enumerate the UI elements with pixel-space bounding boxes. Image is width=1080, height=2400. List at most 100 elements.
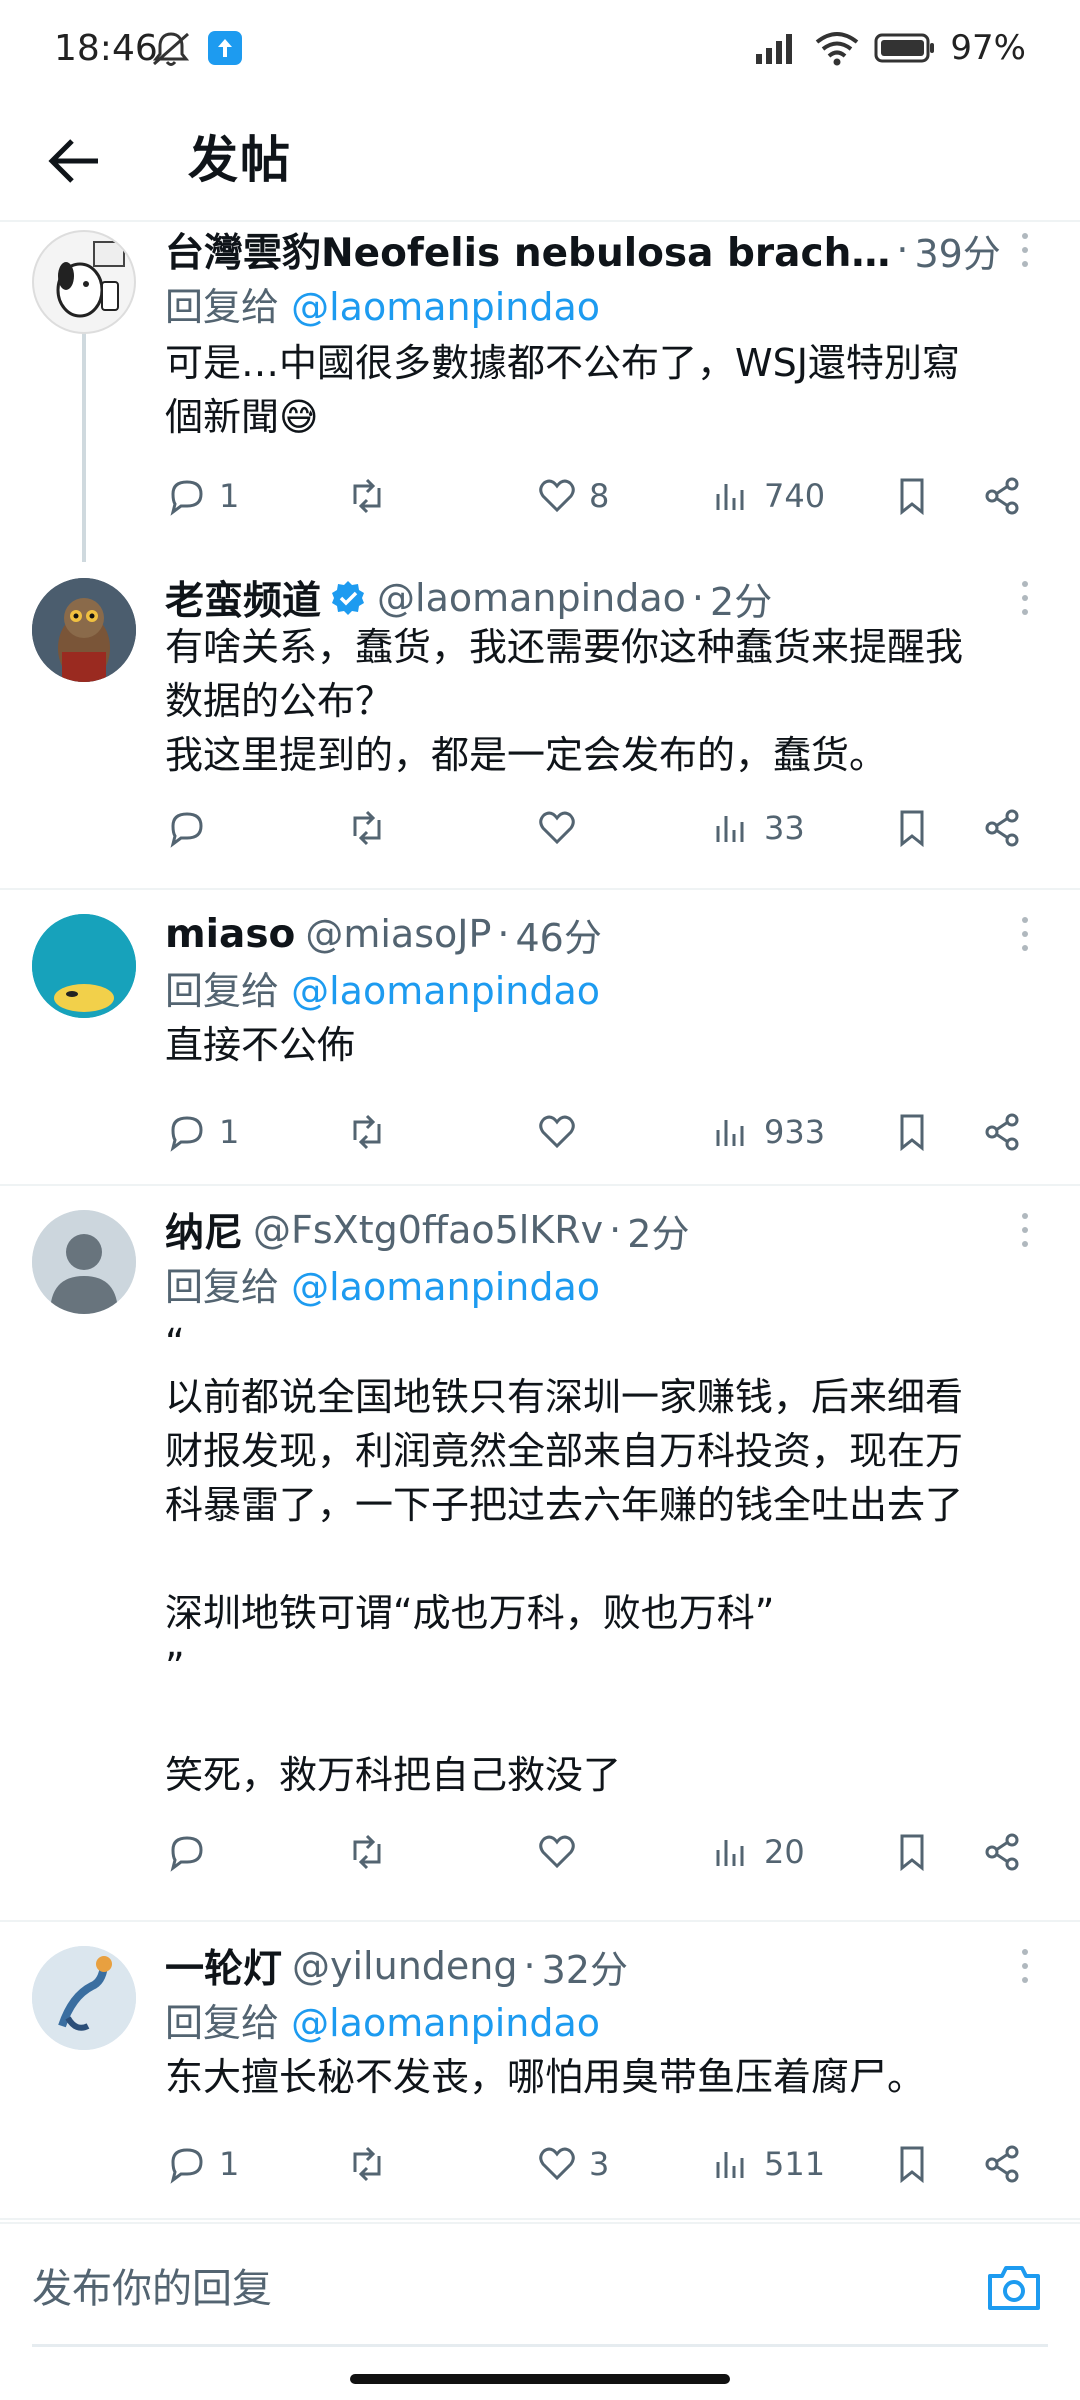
- retweet-button[interactable]: [345, 466, 399, 526]
- action-bar: 1 8 740: [165, 466, 1040, 526]
- bookmark-button[interactable]: [890, 1102, 934, 1162]
- post-time[interactable]: 46分: [515, 907, 601, 962]
- more-options-icon[interactable]: [1010, 1938, 1040, 1994]
- avatar[interactable]: [32, 578, 136, 682]
- like-button[interactable]: [535, 1102, 589, 1162]
- retweet-button[interactable]: [345, 1102, 399, 1162]
- camera-icon[interactable]: [984, 2260, 1044, 2316]
- author-handle[interactable]: @miasoJP: [305, 912, 491, 956]
- reply-count: 1: [219, 1113, 240, 1151]
- reply-button[interactable]: 1: [165, 466, 239, 526]
- more-options-icon[interactable]: [1010, 1202, 1040, 1258]
- author-name[interactable]: 一轮灯: [165, 1938, 282, 1994]
- bookmark-icon: [900, 1834, 924, 1872]
- tweet-item[interactable]: 老蛮频道 @laomanpindao · 2分 有啥关系，蠢货，我还需要你这种蠢…: [0, 562, 1080, 890]
- author-name[interactable]: 纳尼: [165, 1202, 243, 1258]
- author-name[interactable]: 台灣雲豹Neofelis nebulosa brach…: [165, 222, 890, 278]
- avatar[interactable]: [32, 914, 136, 1018]
- heart-icon: [539, 2147, 575, 2181]
- reply-to-handle-link[interactable]: @laomanpindao: [291, 285, 600, 329]
- share-icon: [985, 477, 1019, 515]
- heart-icon: [539, 1115, 575, 1149]
- tweet-item[interactable]: 台灣雲豹Neofelis nebulosa brach… · 39分 回复给 @…: [0, 222, 1080, 562]
- retweet-icon: [353, 2146, 381, 2182]
- home-indicator[interactable]: [350, 2374, 730, 2384]
- share-button[interactable]: [980, 1102, 1024, 1162]
- views-icon: [716, 2152, 744, 2178]
- reply-composer: 发布你的回复: [0, 2222, 1080, 2352]
- reply-to-handle-link[interactable]: @laomanpindao: [291, 1265, 600, 1309]
- share-button[interactable]: [980, 1822, 1024, 1882]
- more-options-icon[interactable]: [1010, 906, 1040, 962]
- author-handle[interactable]: @yilundeng: [292, 1944, 517, 1988]
- reply-icon: [170, 2148, 203, 2184]
- signal-icon: [756, 34, 793, 64]
- reply-to-label: 回复给: [165, 969, 280, 1013]
- post-time[interactable]: 2分: [627, 1203, 689, 1258]
- bookmark-icon: [900, 1114, 924, 1152]
- avatar[interactable]: [32, 230, 136, 334]
- retweet-button[interactable]: [345, 2134, 399, 2194]
- views-button[interactable]: 740: [710, 466, 825, 526]
- retweet-button[interactable]: [345, 1822, 399, 1882]
- share-button[interactable]: [980, 466, 1024, 526]
- share-button[interactable]: [980, 2134, 1024, 2194]
- tweet-item[interactable]: miaso @miasoJP · 46分 回复给 @laomanpindao 直…: [0, 890, 1080, 1186]
- more-options-icon[interactable]: [1010, 570, 1040, 626]
- like-button[interactable]: [535, 1822, 589, 1882]
- post-time[interactable]: 39分: [914, 223, 1000, 278]
- views-count: 33: [764, 809, 805, 847]
- views-button[interactable]: 511: [710, 2134, 825, 2194]
- reply-button[interactable]: [165, 1822, 219, 1882]
- separator-dot: ·: [497, 912, 510, 956]
- reply-count: 1: [219, 2145, 240, 2183]
- views-button[interactable]: 33: [710, 798, 805, 858]
- verified-badge-icon: [332, 581, 365, 615]
- post-time[interactable]: 2分: [710, 571, 772, 626]
- avatar[interactable]: [32, 1946, 136, 2050]
- reply-button[interactable]: [165, 798, 219, 858]
- reply-to-handle-link[interactable]: @laomanpindao: [291, 2001, 600, 2045]
- views-count: 20: [764, 1833, 805, 1871]
- author-name[interactable]: miaso: [165, 912, 295, 957]
- avatar[interactable]: [32, 1210, 136, 1314]
- like-button[interactable]: [535, 798, 589, 858]
- bookmark-button[interactable]: [890, 1822, 934, 1882]
- views-count: 933: [764, 1113, 826, 1151]
- share-button[interactable]: [980, 798, 1024, 858]
- bookmark-button[interactable]: [890, 798, 934, 858]
- reply-button[interactable]: 1: [165, 2134, 239, 2194]
- reply-to-label: 回复给: [165, 285, 280, 329]
- post-time[interactable]: 32分: [542, 1939, 628, 1994]
- composer-underline: [32, 2344, 1048, 2347]
- views-button[interactable]: 20: [710, 1822, 805, 1882]
- back-arrow-icon[interactable]: [40, 126, 110, 196]
- views-button[interactable]: 933: [710, 1102, 825, 1162]
- reply-to-handle-link[interactable]: @laomanpindao: [291, 969, 600, 1013]
- bookmark-button[interactable]: [890, 2134, 934, 2194]
- reply-to-label: 回复给: [165, 2001, 280, 2045]
- bookmark-button[interactable]: [890, 466, 934, 526]
- retweet-button[interactable]: [345, 798, 399, 858]
- tweet-item[interactable]: 一轮灯 @yilundeng · 32分 回复给 @laomanpindao 东…: [0, 1922, 1080, 2220]
- views-count: 740: [764, 477, 826, 515]
- reply-icon: [170, 1116, 203, 1152]
- like-count: 3: [589, 2145, 610, 2183]
- like-button[interactable]: 3: [535, 2134, 609, 2194]
- more-options-icon[interactable]: [1010, 222, 1040, 278]
- wifi-icon: [816, 32, 859, 66]
- tweet-item[interactable]: 纳尼 @FsXtg0ffao5lKRv · 2分 回复给 @laomanpind…: [0, 1186, 1080, 1922]
- author-handle[interactable]: @laomanpindao: [377, 576, 686, 620]
- reply-input[interactable]: 发布你的回复: [32, 2244, 972, 2334]
- views-icon: [716, 816, 744, 842]
- retweet-icon: [353, 1834, 381, 1870]
- author-handle[interactable]: @FsXtg0ffao5lKRv: [253, 1208, 603, 1252]
- retweet-icon: [353, 810, 381, 846]
- reply-to-line: 回复给 @laomanpindao: [165, 960, 600, 1015]
- reply-button[interactable]: 1: [165, 1102, 239, 1162]
- like-button[interactable]: 8: [535, 466, 609, 526]
- author-name[interactable]: 老蛮频道: [165, 570, 321, 626]
- separator-dot: ·: [523, 1944, 536, 1988]
- action-bar: 33: [165, 798, 1040, 858]
- share-icon: [985, 1833, 1019, 1871]
